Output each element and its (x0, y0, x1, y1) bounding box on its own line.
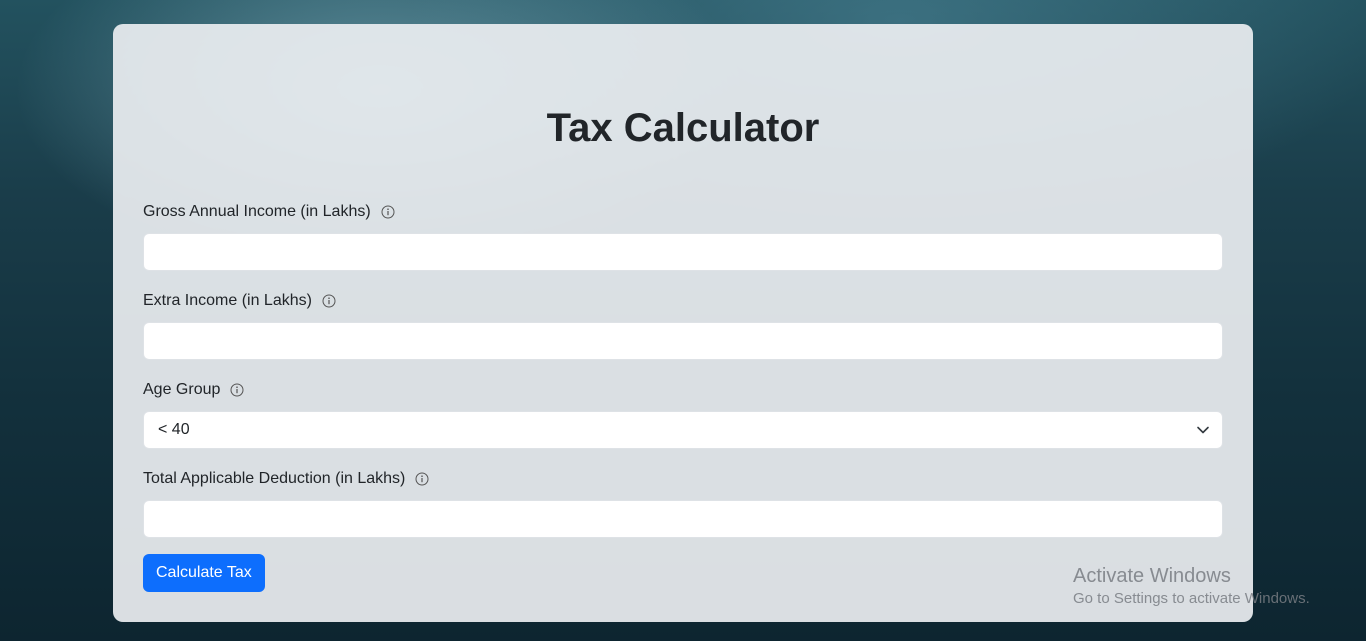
extra-income-input[interactable] (143, 322, 1223, 360)
gross-income-input[interactable] (143, 233, 1223, 271)
deductions-label-text: Total Applicable Deduction (in Lakhs) (143, 470, 406, 487)
gross-income-label: Gross Annual Income (in Lakhs) (143, 202, 395, 222)
info-icon[interactable] (381, 205, 395, 219)
page-title: Tax Calculator (546, 106, 820, 150)
age-group-select[interactable]: < 40 (143, 411, 1223, 449)
age-group-label-text: Age Group (143, 381, 221, 398)
deductions-input[interactable] (143, 500, 1223, 538)
extra-income-label-text: Extra Income (in Lakhs) (143, 292, 312, 309)
age-group-selected-value: < 40 (158, 421, 190, 438)
info-icon[interactable] (322, 294, 336, 308)
deductions-label: Total Applicable Deduction (in Lakhs) (143, 469, 429, 489)
chevron-down-icon (1196, 423, 1210, 437)
info-icon[interactable] (415, 472, 429, 486)
gross-income-label-text: Gross Annual Income (in Lakhs) (143, 203, 371, 220)
tax-calculator-card: Tax Calculator Gross Annual Income (in L… (113, 24, 1253, 622)
calculate-tax-button[interactable]: Calculate Tax (143, 554, 265, 592)
info-icon[interactable] (230, 383, 244, 397)
age-group-label: Age Group (143, 380, 244, 400)
extra-income-label: Extra Income (in Lakhs) (143, 291, 336, 311)
